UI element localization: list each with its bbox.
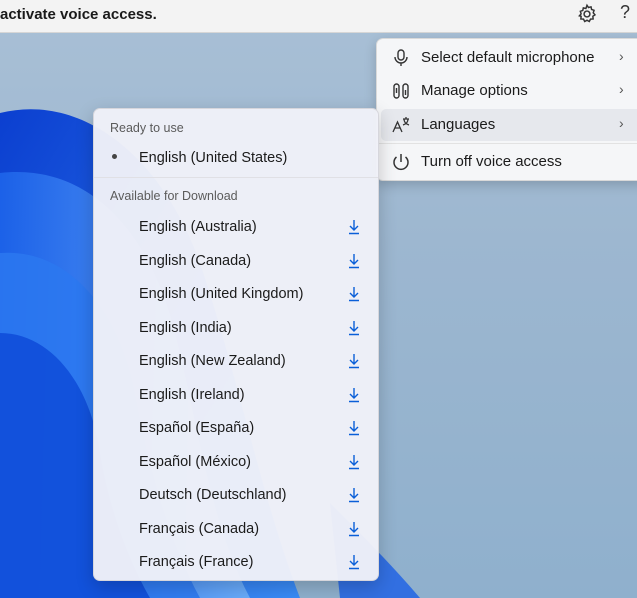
language-item-download[interactable]: English (India) [94,314,378,344]
microphone-icon [391,48,411,68]
language-item-download[interactable]: Français (Canada) [94,515,378,545]
language-label: Deutsch (Deutschland) [139,487,287,503]
power-icon [391,152,411,172]
menu-item-manage-options[interactable]: Manage options › [381,75,637,107]
download-icon[interactable] [347,454,361,470]
download-icon[interactable] [347,286,361,302]
language-item-download[interactable]: Español (España) [94,414,378,444]
download-icon[interactable] [347,219,361,235]
download-icon[interactable] [347,521,361,537]
status-text: activate voice access. [0,6,157,23]
language-item-download[interactable]: Français (France) [94,548,378,578]
menu-item-label: Turn off voice access [421,153,562,170]
language-label: Français (France) [139,554,254,570]
language-label: English (New Zealand) [139,353,286,369]
chevron-right-icon: › [619,81,624,97]
download-icon[interactable] [347,320,361,336]
menu-item-label: Manage options [421,82,528,99]
options-icon [391,81,411,101]
menu-item-turn-off[interactable]: Turn off voice access [381,146,637,178]
download-icon[interactable] [347,387,361,403]
voice-access-bar: activate voice access. ? [0,0,637,33]
languages-submenu: Ready to use English (United States) Ava… [93,108,379,581]
language-item-download[interactable]: English (Ireland) [94,381,378,411]
help-button[interactable]: ? [616,2,634,23]
submenu-divider [94,177,378,178]
language-label: English (India) [139,319,232,336]
selected-bullet-icon [112,154,117,159]
menu-item-select-microphone[interactable]: Select default microphone › [381,42,637,74]
menu-item-label: Select default microphone [421,49,595,66]
download-icon[interactable] [347,353,361,369]
chevron-right-icon: › [619,48,624,64]
language-label: Español (España) [139,420,255,436]
language-icon [391,115,411,135]
chevron-right-icon: › [619,115,624,131]
language-label: English (Ireland) [139,386,245,403]
menu-item-label: Languages [421,116,496,133]
language-item-download[interactable]: English (Australia) [94,213,378,243]
download-icon[interactable] [347,253,361,269]
language-item-download[interactable]: English (New Zealand) [94,347,378,377]
language-label: English (United States) [139,150,288,166]
download-icon[interactable] [347,487,361,503]
language-item-download[interactable]: English (United Kingdom) [94,280,378,310]
download-icon[interactable] [347,554,361,570]
available-download-header: Available for Download [110,189,238,203]
ready-to-use-header: Ready to use [110,121,184,135]
language-label: English (United Kingdom) [139,286,304,302]
language-item-download[interactable]: Español (México) [94,448,378,478]
download-icon[interactable] [347,420,361,436]
language-item-installed[interactable]: English (United States) [94,147,378,173]
language-item-download[interactable]: Deutsch (Deutschland) [94,481,378,511]
language-label: English (Canada) [139,252,252,269]
voice-access-menu: Select default microphone › Manage optio… [376,38,637,181]
menu-item-languages[interactable]: Languages › [381,109,637,141]
language-label: Français (Canada) [139,520,260,537]
language-label: English (Australia) [139,219,257,235]
gear-icon[interactable] [576,3,598,25]
language-label: Español (México) [139,453,252,470]
language-item-download[interactable]: English (Canada) [94,247,378,277]
menu-divider [377,143,637,144]
